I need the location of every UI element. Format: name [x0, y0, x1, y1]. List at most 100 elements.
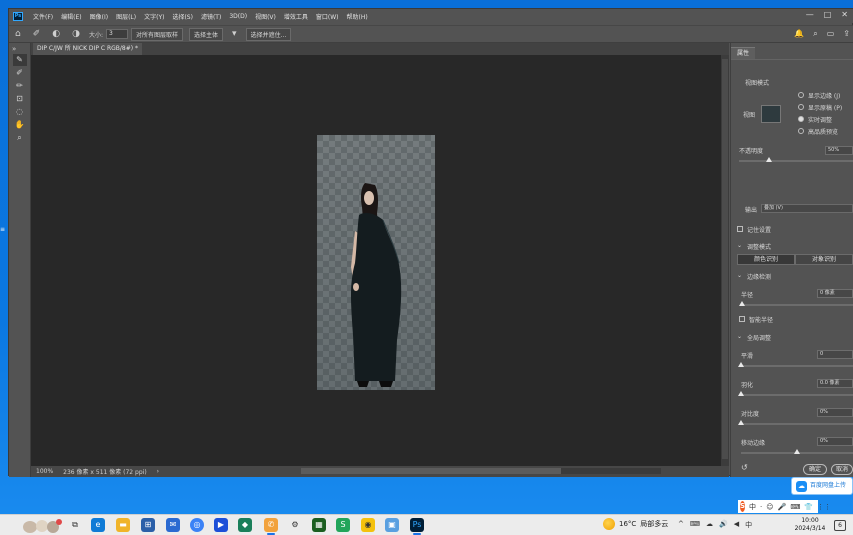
opacity-knob[interactable] [766, 157, 772, 162]
show-edge-radio[interactable] [798, 92, 804, 98]
tray-keyboard-icon[interactable]: ⌨ [690, 520, 700, 530]
task-view-icon[interactable]: ⧉ [68, 518, 82, 532]
menu-edit[interactable]: 编辑(E) [57, 12, 85, 21]
workspace-icon[interactable]: ▭ [827, 29, 835, 39]
settings-icon[interactable]: ⚙ [288, 518, 302, 532]
search-icon[interactable]: ⌕ [813, 29, 817, 39]
cancel-button[interactable]: 取消 [831, 464, 853, 475]
quick-selection-tool-icon[interactable]: ✎ [12, 54, 27, 66]
sample-all-layers-checkbox[interactable]: 对所有图层取样 [131, 27, 184, 41]
clock[interactable]: 10:00 2024/3/14 [790, 517, 830, 533]
tray-arrow-icon[interactable]: ◀ [734, 520, 739, 530]
ime-voice-icon[interactable]: 🎤 [778, 503, 787, 511]
ime-skin-icon[interactable]: 👕 [804, 503, 813, 511]
radius-slider[interactable] [741, 304, 853, 306]
tray-volume-icon[interactable]: 🔊 [719, 520, 728, 530]
menu-window[interactable]: 窗口(W) [312, 12, 343, 21]
wechat-icon[interactable]: ✆ [264, 518, 278, 535]
color-aware-button[interactable]: 颜色识别 [737, 254, 795, 265]
store-icon[interactable]: ⊞ [141, 518, 155, 532]
feather-knob[interactable] [738, 391, 744, 396]
ime-mode[interactable]: 中 [749, 502, 756, 512]
vertical-scrollbar[interactable] [721, 55, 729, 466]
tray-expand-icon[interactable]: ^ [678, 520, 684, 530]
smooth-field[interactable]: 0 [817, 350, 853, 359]
edge-detection-chevron-icon[interactable]: ⌄ [737, 272, 742, 279]
baidu-upload-button[interactable]: ☁ 百度网盘上传 [791, 477, 853, 495]
edge-browser-icon[interactable]: e [91, 518, 105, 532]
feather-slider[interactable] [741, 394, 853, 396]
radius-field[interactable]: 0 像素 [817, 289, 853, 298]
close-icon[interactable]: ✕ [841, 10, 848, 19]
radius-knob[interactable] [739, 301, 745, 306]
brush-subtract-icon[interactable]: ◑ [72, 29, 80, 39]
tray-input-language[interactable]: 中 [745, 520, 752, 530]
lasso-tool-icon[interactable]: ◌ [13, 106, 27, 118]
object-selection-tool-icon[interactable]: ⊡ [13, 93, 27, 105]
smooth-knob[interactable] [738, 362, 744, 367]
contrast-knob[interactable] [738, 420, 744, 425]
smart-radius-checkbox[interactable] [739, 316, 745, 322]
zoom-level[interactable]: 100% [36, 468, 53, 475]
size-field[interactable]: 3 [106, 29, 129, 39]
select-subject-button[interactable]: 选择主体 [189, 27, 224, 41]
opacity-slider[interactable] [739, 160, 853, 162]
ok-button[interactable]: 确定 [803, 464, 827, 475]
menu-layer[interactable]: 图层(L) [112, 12, 140, 21]
photoshop-taskbar-icon[interactable]: Ps [410, 518, 424, 535]
share-icon[interactable]: ⇪ [843, 29, 850, 39]
mail-icon[interactable]: ✉ [166, 518, 180, 532]
menu-view[interactable]: 视图(V) [251, 12, 280, 21]
view-thumbnail[interactable] [761, 105, 781, 123]
spreadsheet-icon[interactable]: S [336, 518, 350, 532]
brush-add-icon[interactable]: ◐ [52, 29, 60, 39]
collapse-toolbar-icon[interactable]: » [9, 43, 30, 53]
photoshop-logo-icon[interactable]: Ps [13, 11, 23, 21]
document-tab[interactable]: DIP C/JW 所 NICK DIP C RGB/8#) * [33, 43, 142, 55]
menu-filter[interactable]: 滤镜(T) [197, 12, 225, 21]
hq-preview-radio[interactable] [798, 128, 804, 134]
contrast-field[interactable]: 0% [817, 408, 853, 417]
menu-3d[interactable]: 3D(D) [225, 13, 251, 20]
home-icon[interactable]: ⌂ [15, 29, 21, 39]
brush-tool-icon[interactable]: ✏ [13, 80, 27, 92]
ime-punct[interactable]: · [760, 503, 762, 511]
browser-icon[interactable]: ◎ [190, 518, 204, 532]
document-image[interactable] [317, 135, 435, 390]
quick-selection-tool-icon[interactable]: ✐ [33, 29, 41, 39]
status-arrow-icon[interactable]: › [157, 468, 159, 475]
refine-edge-brush-icon[interactable]: ✐ [13, 67, 27, 79]
menu-file[interactable]: 文件(F) [29, 12, 57, 21]
refine-mode-chevron-icon[interactable]: ⌄ [737, 242, 742, 249]
opacity-field[interactable]: 50% [825, 146, 853, 155]
hand-tool-icon[interactable]: ✋ [13, 119, 27, 131]
excel-icon[interactable]: ▦ [312, 518, 326, 532]
menu-image[interactable]: 图像(I) [86, 12, 112, 21]
notification-center-icon[interactable]: 6 [834, 520, 846, 531]
feishu-icon[interactable]: ▶ [214, 518, 228, 532]
ime-menu-icon[interactable]: ⋮⋮ [817, 503, 831, 511]
menu-select[interactable]: 选择(S) [168, 12, 197, 21]
minimize-icon[interactable]: — [806, 10, 814, 19]
object-aware-button[interactable]: 对象识别 [795, 254, 853, 265]
dropdown-icon[interactable]: ▾ [232, 29, 237, 39]
menu-plugins[interactable]: 增效工具 [280, 12, 312, 21]
tray-cloud-icon[interactable]: ☁ [706, 520, 713, 530]
smooth-slider[interactable] [741, 365, 853, 367]
app-icon[interactable]: ◆ [238, 518, 252, 532]
global-refine-chevron-icon[interactable]: ⌄ [737, 333, 742, 340]
horizontal-scroll-thumb[interactable] [301, 468, 561, 474]
canvas-area[interactable] [31, 55, 721, 466]
weather-widget[interactable]: 16°C 局部多云 [603, 518, 668, 530]
reset-icon[interactable]: ↺ [741, 463, 748, 472]
menu-type[interactable]: 文字(Y) [140, 12, 168, 21]
properties-tab[interactable]: 属性 [731, 47, 756, 59]
qq-browser-icon[interactable]: ◉ [361, 518, 375, 532]
ime-keyboard-icon[interactable]: ⌨ [790, 503, 800, 511]
photos-icon[interactable]: ▣ [385, 518, 399, 532]
contrast-slider[interactable] [741, 423, 853, 425]
output-dropdown[interactable]: 叠加 (V) [761, 204, 853, 213]
realtime-refine-radio[interactable] [798, 116, 804, 122]
zoom-tool-icon[interactable]: ⌕ [13, 132, 27, 144]
notification-bell-icon[interactable]: 🔔 [794, 29, 804, 39]
